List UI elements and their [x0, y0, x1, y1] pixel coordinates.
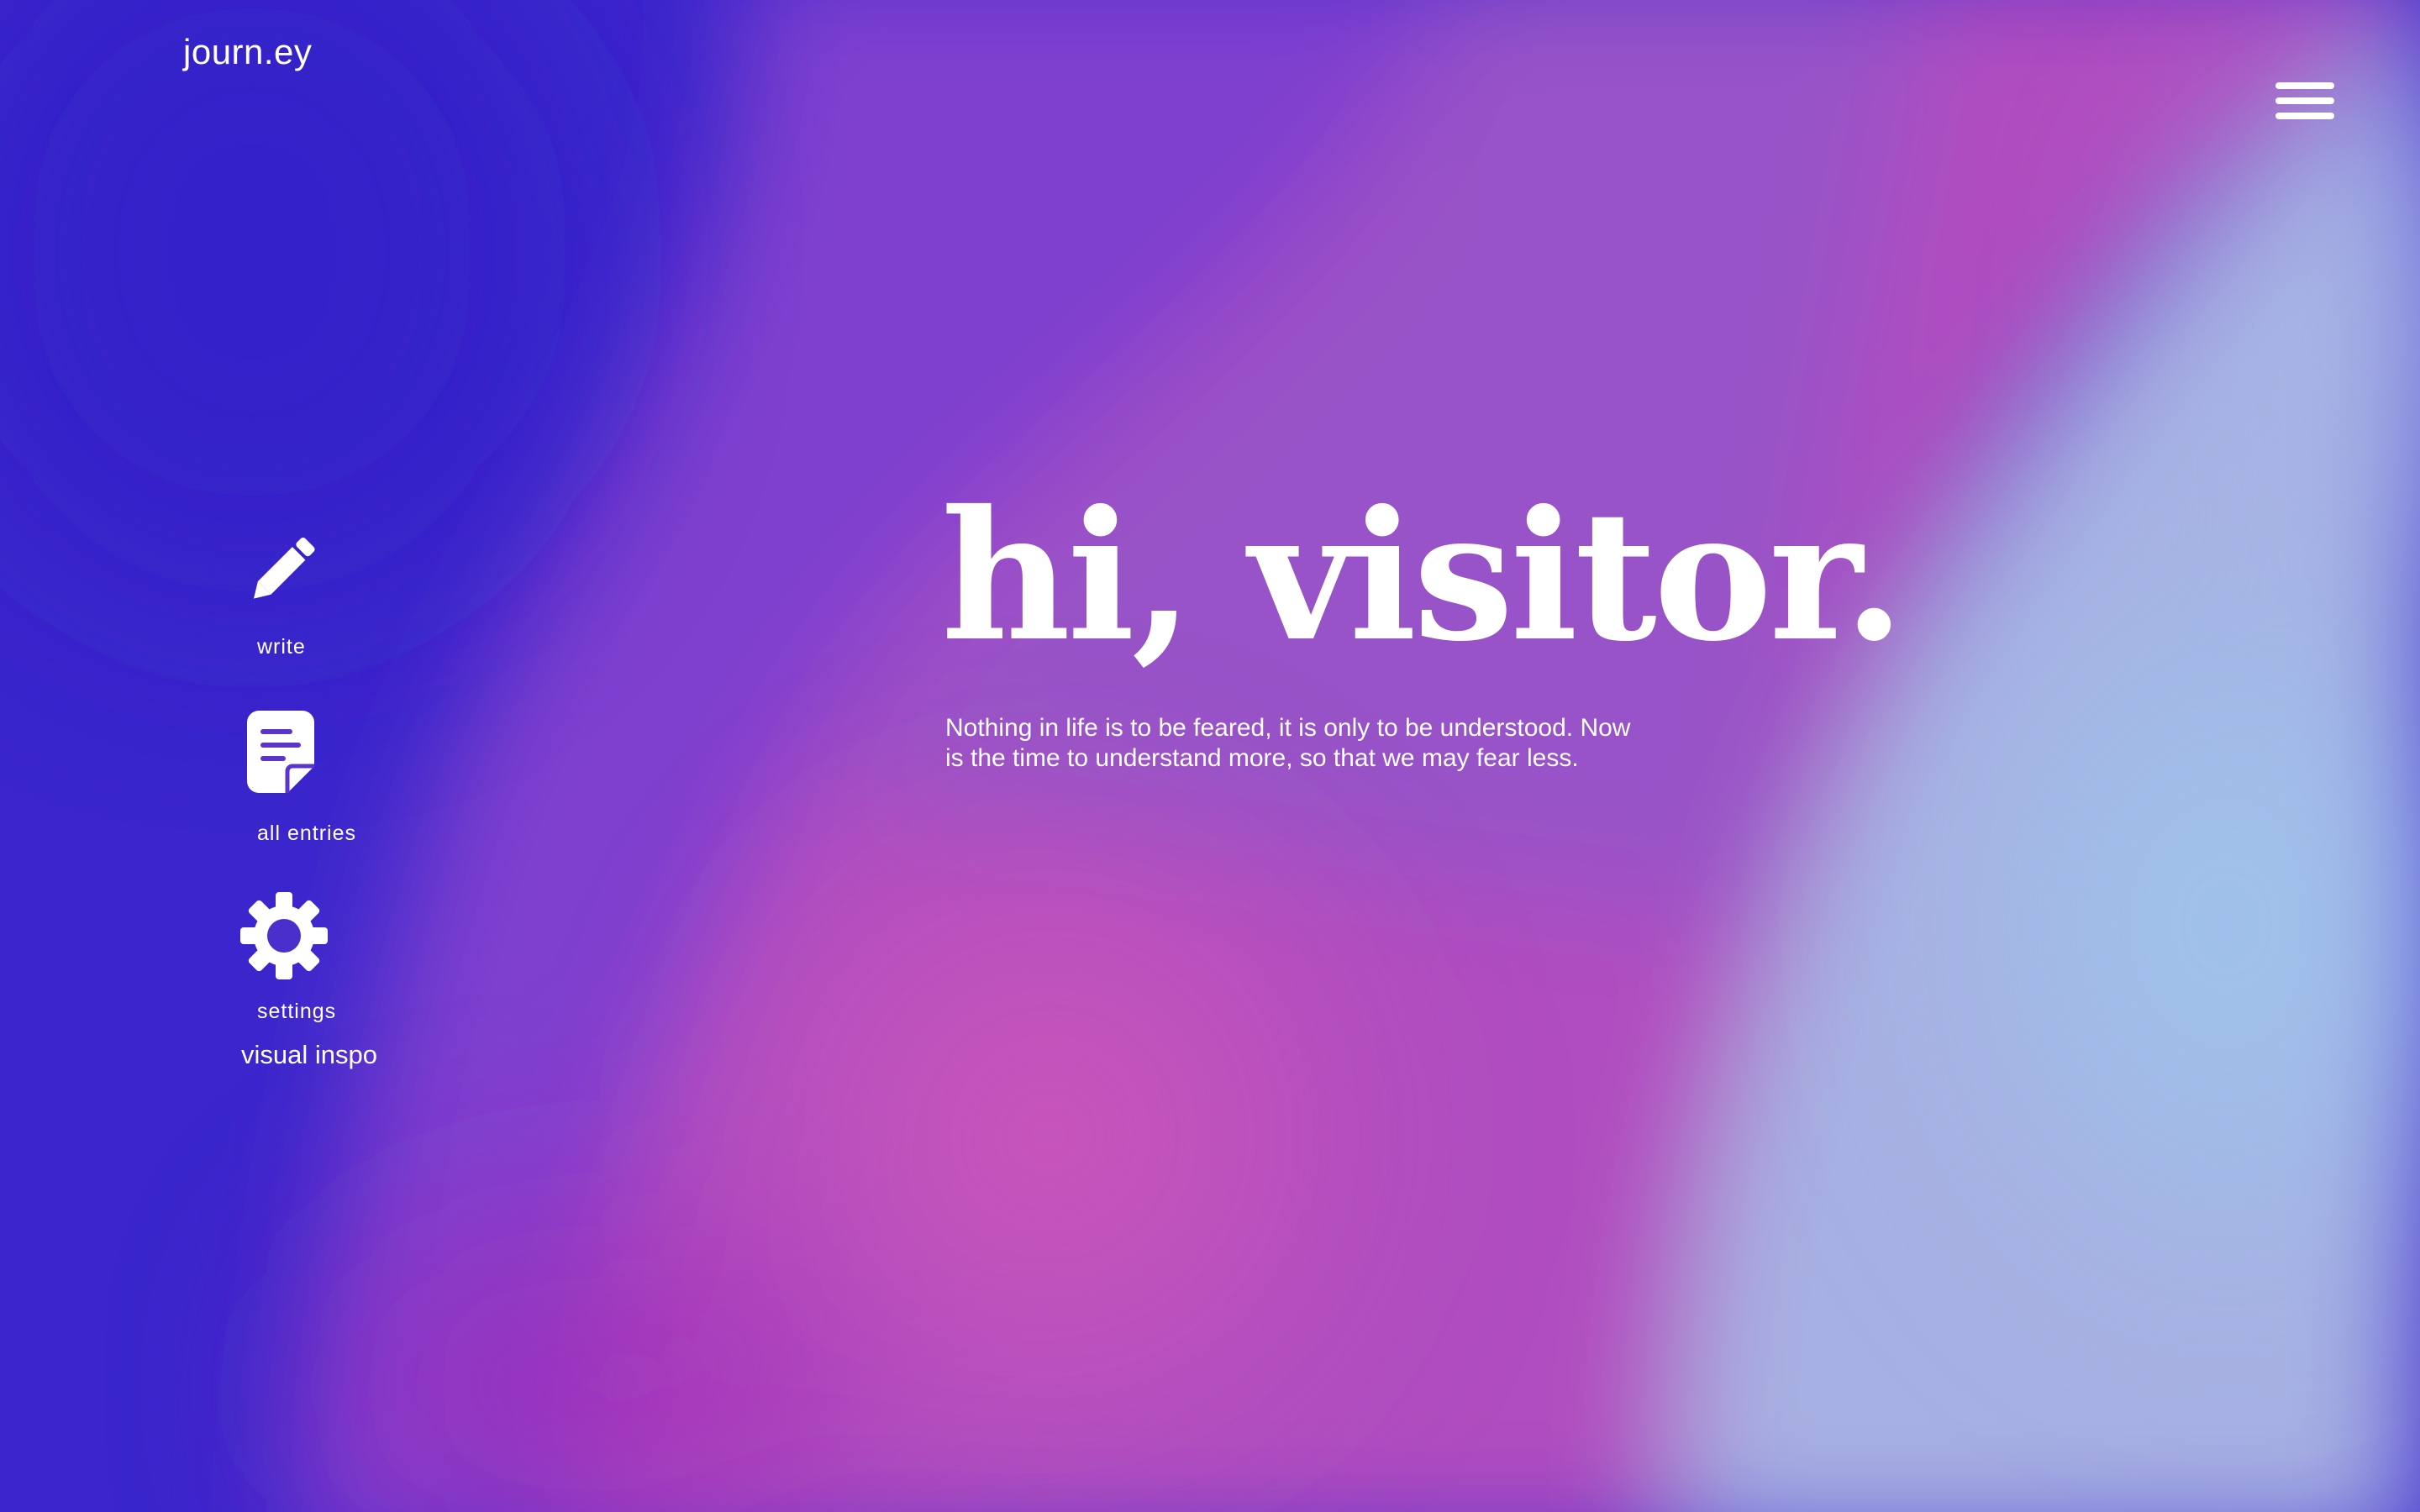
pencil-icon — [253, 538, 315, 599]
gear-icon — [240, 892, 328, 979]
page-title: hi, visitor. — [941, 471, 1905, 680]
nav-write-label: write — [257, 635, 306, 659]
app-logo[interactable]: journ.ey — [183, 32, 312, 72]
nav-write-button[interactable]: write — [240, 526, 375, 669]
hamburger-menu-icon[interactable] — [2275, 79, 2334, 124]
visual-inspo-link[interactable]: visual inspo — [241, 1040, 377, 1070]
nav-settings-button[interactable]: settings — [240, 892, 375, 1026]
nav-settings-label: settings — [257, 1000, 337, 1023]
hero-subtitle: Nothing in life is to be feared, it is o… — [945, 714, 1631, 772]
nav-all-entries-button[interactable]: all entries — [240, 711, 392, 853]
nav-all-entries-label: all entries — [257, 822, 356, 845]
document-icon — [247, 711, 314, 793]
